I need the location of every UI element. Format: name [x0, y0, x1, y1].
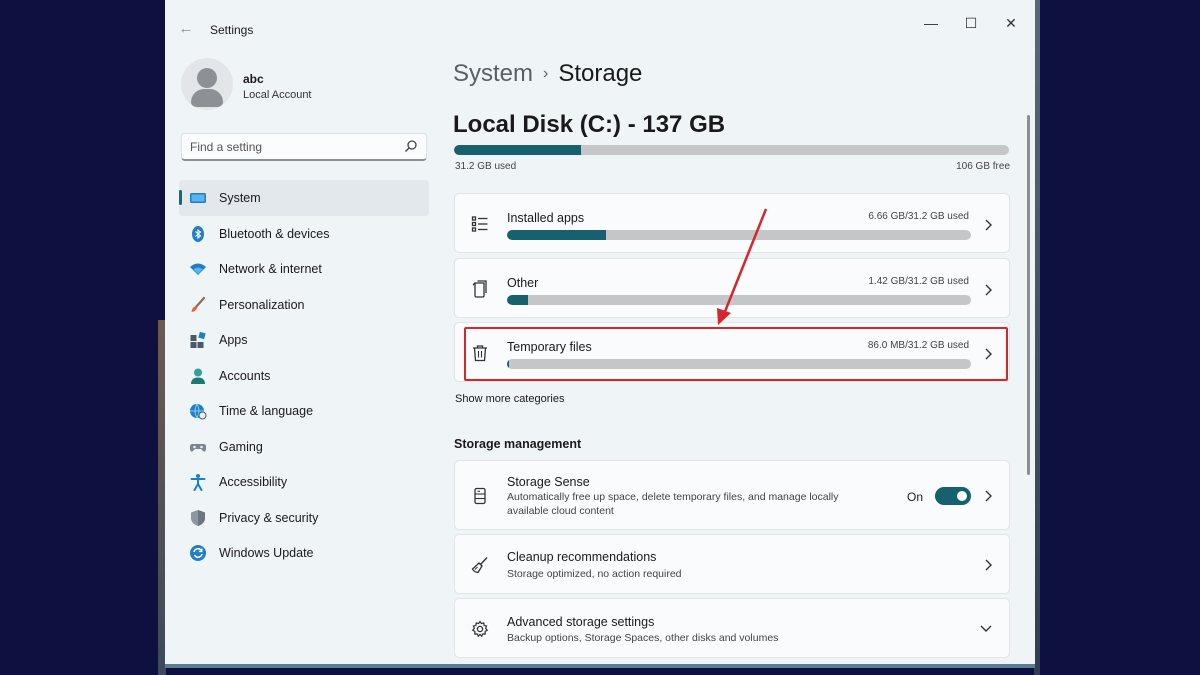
avatar [181, 58, 233, 110]
document-icon [472, 280, 487, 298]
shield-icon [191, 509, 205, 526]
scrollbar[interactable] [1027, 115, 1030, 475]
breadcrumb-parent[interactable]: System [453, 60, 533, 87]
disk-free-label: 106 GB free [956, 161, 1010, 172]
sidebar-item-label: Gaming [219, 439, 263, 454]
globe-clock-icon [190, 403, 207, 420]
wifi-icon [190, 263, 206, 275]
sidebar-item-bluetooth[interactable]: Bluetooth & devices [179, 216, 429, 252]
category-title: Other [507, 276, 539, 290]
gamepad-icon [189, 443, 207, 452]
category-usage-bar [507, 295, 971, 305]
minimize-button[interactable]: — [915, 12, 947, 34]
storage-sense-toggle-label: On [906, 490, 923, 504]
advanced-storage-settings-card[interactable]: Advanced storage settings Backup options… [454, 598, 1010, 658]
profile-account-type: Local Account [243, 89, 312, 101]
gear-icon [471, 620, 489, 638]
sidebar-item-windows-update[interactable]: Windows Update [179, 535, 429, 571]
close-button[interactable]: ✕ [995, 12, 1027, 34]
back-arrow-icon[interactable]: ← [177, 20, 195, 38]
sidebar-item-time-language[interactable]: Time & language [179, 393, 429, 429]
paintbrush-icon [191, 296, 206, 312]
chevron-right-icon [985, 284, 992, 296]
sidebar-item-personalization[interactable]: Personalization [179, 287, 429, 323]
person-icon [191, 368, 205, 384]
highlight-box [464, 327, 1008, 381]
sidebar-item-privacy-security[interactable]: Privacy & security [179, 500, 429, 536]
storage-management-heading: Storage management [454, 437, 582, 451]
sidebar-item-network[interactable]: Network & internet [179, 251, 429, 287]
maximize-button[interactable]: ☐ [955, 12, 987, 34]
category-installed-apps[interactable]: Installed apps 6.66 GB/31.2 GB used [454, 193, 1010, 253]
sidebar-item-label: Bluetooth & devices [219, 226, 330, 241]
category-usage-fill [507, 230, 606, 240]
category-usage-fill [507, 295, 528, 305]
chevron-down-icon [980, 625, 992, 632]
accessibility-icon [190, 474, 206, 491]
apps-icon [190, 331, 206, 348]
storage-sense-toggle[interactable] [935, 487, 971, 505]
sidebar-item-label: System [219, 191, 261, 205]
search-input[interactable]: Find a setting [181, 133, 427, 161]
sidebar-item-label: Personalization [219, 297, 305, 312]
sidebar-item-label: Accessibility [219, 475, 288, 489]
advanced-storage-title: Advanced storage settings [507, 615, 655, 629]
sidebar-item-label: Apps [219, 333, 248, 347]
sidebar-item-label: Time & language [219, 404, 314, 418]
storage-sense-card[interactable]: Storage Sense Automatically free up spac… [454, 460, 1010, 530]
advanced-storage-description: Backup options, Storage Spaces, other di… [507, 632, 779, 644]
show-more-categories-link[interactable]: Show more categories [455, 393, 564, 405]
profile-name: abc [243, 72, 264, 86]
cleanup-recommendations-card[interactable]: Cleanup recommendations Storage optimize… [454, 534, 1010, 594]
storage-sense-title: Storage Sense [507, 475, 590, 489]
desktop-background-right [1034, 0, 1200, 675]
category-other[interactable]: Other 1.42 GB/31.2 GB used [454, 258, 1010, 318]
sidebar-nav: System Bluetooth & devices Network & int… [179, 180, 429, 571]
storage-sense-description: Automatically free up space, delete temp… [507, 491, 839, 517]
monitor-icon [190, 193, 206, 203]
disk-title: Local Disk (C:) - 137 GB [453, 111, 726, 138]
sidebar-item-accounts[interactable]: Accounts [179, 358, 429, 394]
sidebar-item-accessibility[interactable]: Accessibility [179, 464, 429, 500]
sidebar-item-label: Accounts [219, 368, 271, 383]
page-title: Storage [558, 60, 643, 87]
sidebar-item-label: Windows Update [219, 546, 314, 560]
category-usage: 6.66 GB/31.2 GB used [868, 211, 969, 222]
chevron-right-icon [985, 559, 992, 571]
disk-usage-bar [454, 145, 1009, 155]
chevron-right-icon [985, 490, 992, 502]
cleanup-description: Storage optimized, no action required [507, 568, 682, 580]
cleanup-title: Cleanup recommendations [507, 550, 657, 564]
chevron-right-icon [985, 219, 992, 231]
search-icon [405, 140, 417, 152]
sidebar-item-label: Network & internet [219, 262, 322, 276]
breadcrumb: System › Storage [453, 60, 642, 88]
app-title: Settings [210, 23, 254, 37]
window-bottom-edge [165, 664, 1035, 668]
disk-used-label: 31.2 GB used [455, 161, 517, 172]
sidebar-item-label: Privacy & security [219, 510, 319, 525]
category-usage-bar [507, 230, 971, 240]
disk-usage-fill [454, 145, 581, 155]
category-usage: 1.42 GB/31.2 GB used [868, 276, 969, 287]
category-title: Installed apps [507, 211, 585, 225]
user-profile[interactable]: abc Local Account [181, 58, 431, 114]
sidebar-item-system[interactable]: System [179, 180, 429, 216]
drive-icon [474, 487, 486, 505]
refresh-icon [190, 545, 206, 561]
bluetooth-icon [192, 225, 204, 242]
title-bar: ← Settings — ☐ ✕ [165, 0, 1035, 44]
sidebar-item-gaming[interactable]: Gaming [179, 429, 429, 465]
broom-icon [471, 557, 488, 574]
search-placeholder: Find a setting [190, 140, 263, 154]
sidebar-item-apps[interactable]: Apps [179, 322, 429, 358]
chevron-right-icon: › [543, 65, 549, 82]
desktop-background-left [0, 0, 166, 675]
list-icon [471, 216, 488, 232]
